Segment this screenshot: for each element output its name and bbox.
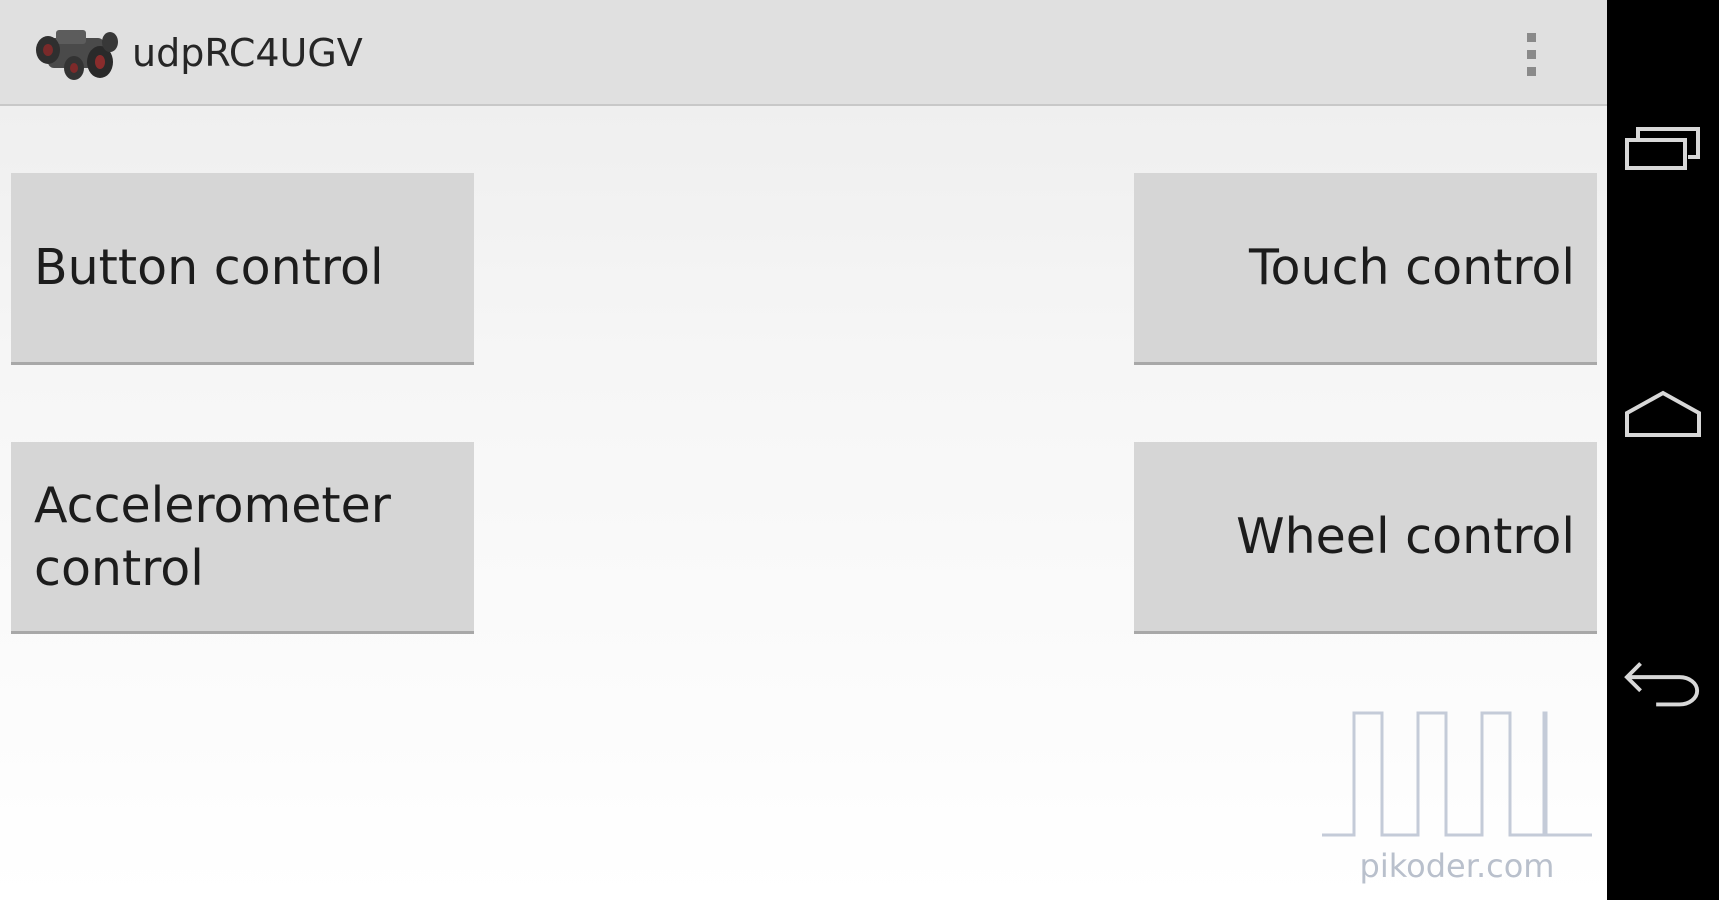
action-bar: udpRC4UGV [0,0,1607,106]
wheel-control-label: Wheel control [1236,508,1575,565]
robot-vehicle-icon [34,24,120,82]
touch-control-button[interactable]: Touch control [1134,173,1597,365]
overflow-menu-icon[interactable] [1511,22,1551,86]
button-control-label: Button control [34,239,384,296]
app-window: udpRC4UGV Button control Touch control A… [0,0,1607,900]
watermark-text: pikoder.com [1359,847,1555,885]
pwm-pulse-icon [1322,711,1592,837]
home-icon[interactable] [1623,374,1703,454]
accelerometer-control-button[interactable]: Accelerometer control [11,442,474,634]
recent-apps-icon[interactable] [1623,108,1703,188]
device-screen: udpRC4UGV Button control Touch control A… [0,0,1719,900]
back-icon[interactable] [1623,642,1703,722]
button-control-button[interactable]: Button control [11,173,474,365]
wheel-control-button[interactable]: Wheel control [1134,442,1597,634]
accelerometer-control-label: Accelerometer control [34,476,391,597]
touch-control-label: Touch control [1248,239,1575,296]
pikoder-watermark: pikoder.com [1322,705,1592,890]
system-nav-bar [1607,0,1719,900]
app-title: udpRC4UGV [132,31,363,75]
